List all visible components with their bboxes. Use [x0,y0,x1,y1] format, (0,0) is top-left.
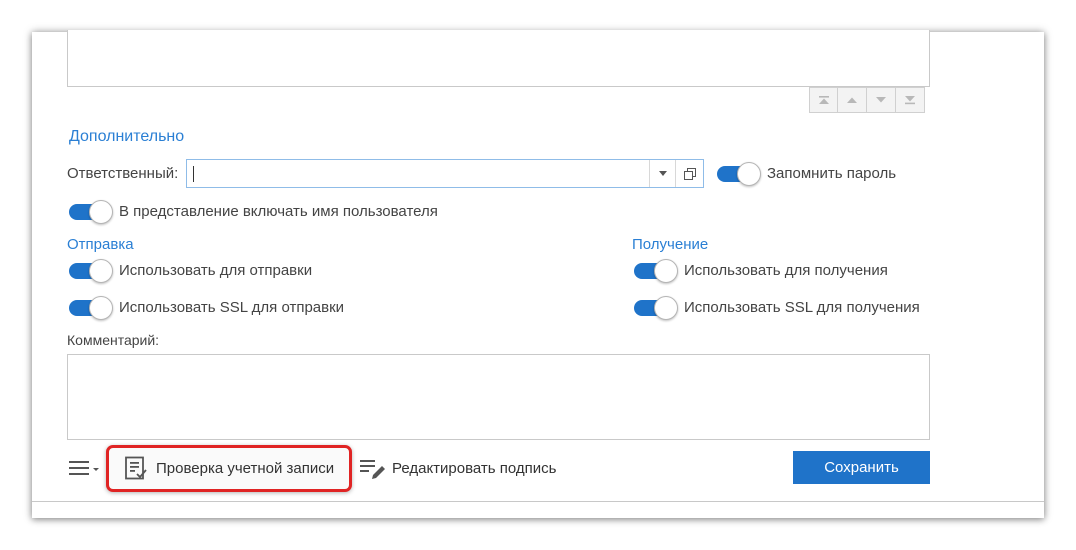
edit-signature-button[interactable]: Редактировать подпись [360,457,557,479]
responsible-dropdown-button[interactable] [649,160,676,187]
hamburger-menu-icon [69,461,99,475]
move-down-button[interactable] [867,87,896,113]
responsible-field[interactable] [186,159,704,188]
move-to-bottom-button[interactable] [896,87,925,113]
more-menu-button[interactable] [69,459,103,477]
chevron-up-icon [847,97,857,103]
ssl-for-receiving-toggle[interactable] [634,296,678,320]
include-username-label: В представление включать имя пользовател… [119,203,438,220]
caret-down-icon [659,171,667,176]
chevron-down-icon [876,97,886,103]
additional-section-title: Дополнительно [69,128,185,145]
check-account-label: Проверка учетной записи [156,459,335,477]
responsible-open-button[interactable] [675,160,703,187]
include-username-toggle[interactable] [69,200,113,224]
remember-password-toggle[interactable] [717,162,761,186]
use-for-receiving-toggle[interactable] [634,259,678,283]
save-button[interactable]: Сохранить [793,451,930,484]
double-chevron-down-icon [905,96,915,105]
use-for-receiving-label: Использовать для получения [684,262,888,279]
text-cursor [193,166,194,182]
ssl-for-sending-label: Использовать SSL для отправки [119,299,345,316]
use-for-sending-toggle[interactable] [69,259,113,283]
sending-section-title: Отправка [67,236,134,253]
check-account-button[interactable]: Проверка учетной записи [124,456,334,480]
comment-textarea[interactable] [67,354,930,440]
move-up-button[interactable] [838,87,867,113]
document-check-icon [125,456,147,480]
edit-lines-icon [360,460,385,479]
edit-signature-label: Редактировать подпись [392,459,557,477]
move-to-top-button[interactable] [809,87,838,113]
ssl-for-sending-toggle[interactable] [69,296,113,320]
double-chevron-up-icon [818,96,829,104]
responsible-label: Ответственный: [67,165,179,182]
use-for-sending-label: Использовать для отправки [119,262,313,279]
account-settings-panel: Дополнительно Ответственный: Запомнить п… [32,30,1044,518]
list-nav-buttons [809,87,925,113]
receiving-section-title: Получение [632,236,709,253]
open-window-icon [683,167,696,180]
comment-label: Комментарий: [67,332,160,348]
footer-divider [32,501,1044,502]
ssl-for-receiving-label: Использовать SSL для получения [684,299,920,316]
list-textarea[interactable] [67,30,930,87]
remember-password-label: Запомнить пароль [767,165,897,182]
